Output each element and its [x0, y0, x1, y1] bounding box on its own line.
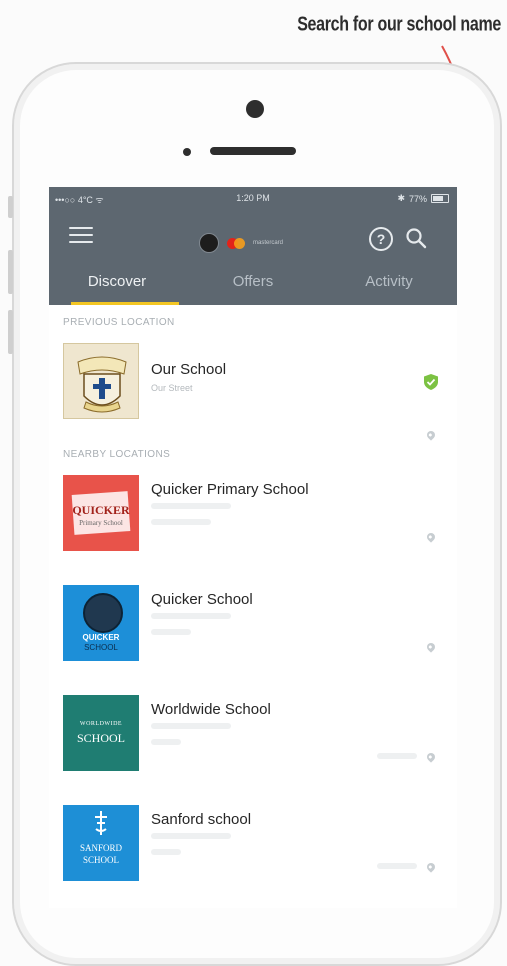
- location-detail-blur: [151, 519, 211, 525]
- map-pin-icon: [425, 861, 437, 873]
- map-pin-icon: [425, 751, 437, 763]
- status-time: 1:20 PM: [236, 193, 270, 203]
- quicker-primary-logo: QUICKER Primary School: [63, 475, 139, 551]
- location-name: Our School: [151, 361, 227, 378]
- location-name: Sanford school: [151, 811, 252, 828]
- battery-percent: 77%: [408, 193, 427, 204]
- location-address-blur: [151, 833, 231, 839]
- tab-offers[interactable]: Offers: [185, 261, 321, 305]
- logo-subtext: SCHOOL: [84, 643, 118, 652]
- brand-text: mastercard: [253, 240, 284, 246]
- map-pin-icon: [425, 531, 437, 543]
- distance-blur: [377, 863, 417, 869]
- map-pin-icon: [425, 429, 437, 441]
- earpiece-speaker: [210, 147, 296, 155]
- tab-bar: Discover Offers Activity: [49, 261, 457, 305]
- list-item-quicker-school[interactable]: QUICKER SCHOOL Quicker School: [49, 577, 457, 687]
- worldwide-school-logo: WORLDWIDE SCHOOL: [63, 695, 139, 771]
- school-crest-logo: [63, 343, 139, 419]
- side-button-mute: [8, 196, 13, 218]
- status-right: ✱ 77%: [397, 193, 449, 204]
- list-item-worldwide-school[interactable]: WORLDWIDE SCHOOL Worldwide School: [49, 687, 457, 797]
- nearby-locations-heading: NEARBY LOCATIONS: [63, 449, 171, 460]
- location-address-blur: [151, 613, 231, 619]
- location-name: Worldwide School: [151, 701, 271, 718]
- location-address-blur: [151, 503, 231, 509]
- logo-text: SANFORD: [79, 843, 122, 853]
- map-pin-icon: [425, 641, 437, 653]
- app-screen: •••○○ 4°C ᯤ 1:20 PM ✱ 77% mastercard ? D…: [49, 187, 457, 908]
- verified-shield-icon: [424, 374, 438, 390]
- list-item-sanford-school[interactable]: SANFORD SCHOOL Sanford school: [49, 797, 457, 907]
- battery-icon: [431, 194, 449, 203]
- location-name: Quicker School: [151, 591, 253, 608]
- logo-text: QUICKER: [72, 503, 130, 517]
- tab-activity[interactable]: Activity: [321, 261, 457, 305]
- proximity-sensor: [246, 100, 264, 118]
- status-bar: •••○○ 4°C ᯤ 1:20 PM ✱ 77%: [49, 187, 457, 209]
- app-header: •••○○ 4°C ᯤ 1:20 PM ✱ 77% mastercard ? D…: [49, 187, 457, 305]
- location-address: Our Street: [151, 383, 193, 393]
- list-item-quicker-primary[interactable]: QUICKER Primary School Quicker Primary S…: [49, 467, 457, 577]
- partner-logo-icon: [199, 233, 219, 253]
- logo-text: QUICKER: [82, 633, 120, 642]
- location-detail-blur: [151, 739, 181, 745]
- tab-discover[interactable]: Discover: [49, 261, 185, 305]
- nav-row: mastercard ?: [49, 209, 457, 261]
- logo-subtext: SCHOOL: [76, 731, 125, 745]
- hamburger-icon[interactable]: [69, 227, 93, 243]
- annotation-label: Search for our school name: [297, 14, 501, 36]
- location-detail-blur: [151, 629, 191, 635]
- mastercard-icon: [227, 237, 245, 249]
- front-camera: [183, 148, 191, 156]
- side-button-volume-up: [8, 250, 13, 294]
- quicker-school-logo: QUICKER SCHOOL: [63, 585, 139, 661]
- location-name: Quicker Primary School: [151, 481, 309, 498]
- list-item-our-school[interactable]: Our School Our Street: [49, 335, 457, 445]
- side-button-volume-down: [8, 310, 13, 354]
- question-circle-icon[interactable]: ?: [369, 227, 393, 251]
- logo-text: WORLDWIDE: [79, 721, 123, 727]
- search-icon[interactable]: [405, 227, 427, 249]
- distance-blur: [377, 753, 417, 759]
- location-detail-blur: [151, 849, 181, 855]
- previous-location-heading: PREVIOUS LOCATION: [63, 317, 175, 328]
- location-address-blur: [151, 723, 231, 729]
- brand-logos: mastercard: [199, 233, 283, 253]
- logo-subtext: SCHOOL: [82, 855, 119, 865]
- sanford-school-logo: SANFORD SCHOOL: [63, 805, 139, 881]
- logo-subtext: Primary School: [79, 519, 123, 527]
- bluetooth-icon: ✱: [397, 193, 405, 203]
